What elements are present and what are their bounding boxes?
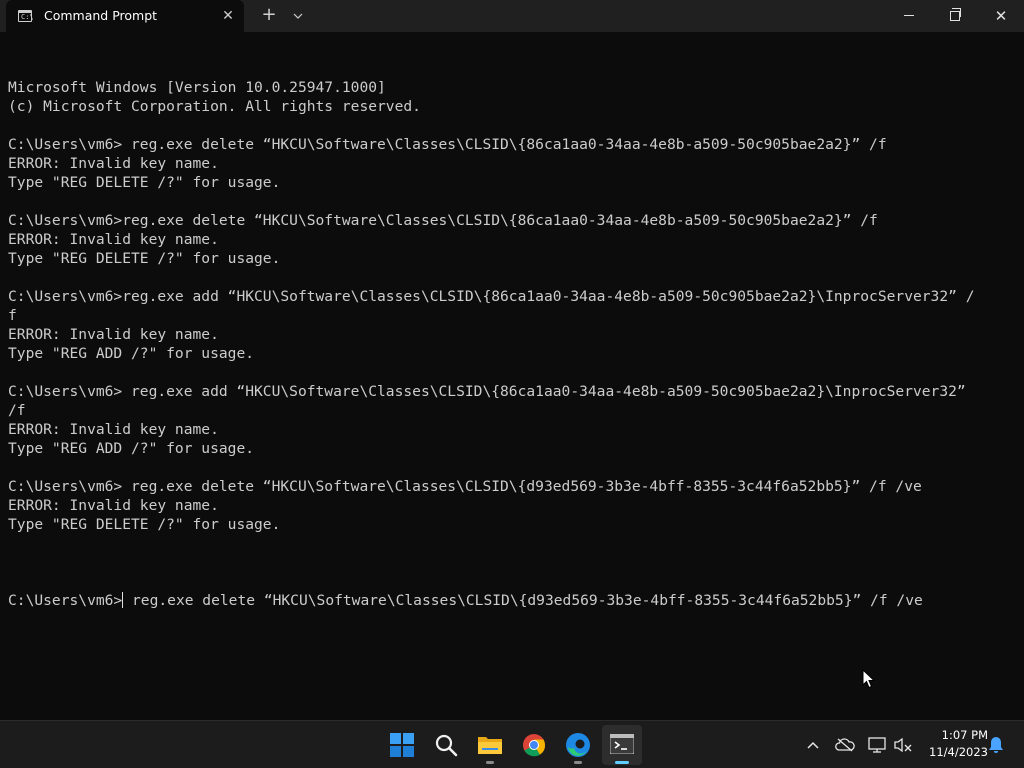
close-icon: ✕ bbox=[994, 7, 1008, 25]
terminal-window: C:\ Command Prompt ✕ + ✕ Microsoft Windo… bbox=[0, 0, 1024, 720]
console-line: ERROR: Invalid key name. bbox=[8, 421, 219, 438]
clock-button[interactable]: 1:07 PM 11/4/2023 bbox=[918, 727, 988, 763]
console-line: ERROR: Invalid key name. bbox=[8, 231, 219, 248]
taskbar: 1:07 PM 11/4/2023 bbox=[0, 720, 1024, 768]
network-icon bbox=[868, 737, 886, 753]
running-indicator bbox=[486, 761, 494, 764]
console-line: Type "REG DELETE /?" for usage. bbox=[8, 516, 281, 533]
console-lines: Microsoft Windows [Version 10.0.25947.10… bbox=[8, 78, 1016, 553]
tab-dropdown-button[interactable] bbox=[286, 4, 310, 28]
search-icon bbox=[435, 734, 458, 757]
console-line: ERROR: Invalid key name. bbox=[8, 497, 219, 514]
mouse-pointer-icon bbox=[862, 669, 876, 689]
volume-button[interactable] bbox=[892, 733, 914, 757]
chrome-button[interactable] bbox=[514, 725, 554, 765]
chevron-down-icon bbox=[293, 13, 303, 19]
volume-muted-icon bbox=[894, 737, 912, 753]
current-command-line[interactable]: C:\Users\vm6> reg.exe delete “HKCU\Softw… bbox=[8, 591, 1016, 610]
network-button[interactable] bbox=[866, 733, 888, 757]
running-indicator bbox=[574, 761, 582, 764]
console-line: C:\Users\vm6> reg.exe delete “HKCU\Softw… bbox=[8, 478, 922, 495]
chrome-icon bbox=[523, 734, 546, 757]
tab-command-prompt[interactable]: C:\ Command Prompt ✕ bbox=[6, 0, 244, 32]
close-window-button[interactable]: ✕ bbox=[978, 0, 1024, 32]
bell-icon bbox=[989, 737, 1003, 753]
console-line: Type "REG ADD /?" for usage. bbox=[8, 440, 255, 457]
console-line: ERROR: Invalid key name. bbox=[8, 155, 219, 172]
prompt-text: C:\Users\vm6> bbox=[8, 592, 123, 609]
console-line: C:\Users\vm6>reg.exe delete “HKCU\Softwa… bbox=[8, 212, 878, 229]
onedrive-offline-icon bbox=[835, 738, 855, 752]
clock-date: 11/4/2023 bbox=[929, 745, 988, 759]
restore-button[interactable] bbox=[932, 0, 978, 32]
file-explorer-button[interactable] bbox=[470, 725, 510, 765]
chevron-up-icon bbox=[807, 741, 819, 749]
show-hidden-icons-button[interactable] bbox=[802, 733, 824, 757]
tab-close-icon[interactable]: ✕ bbox=[218, 6, 238, 26]
tab-title: Command Prompt bbox=[44, 8, 158, 23]
start-button[interactable] bbox=[382, 725, 422, 765]
console-line: Type "REG ADD /?" for usage. bbox=[8, 345, 255, 362]
title-bar[interactable]: C:\ Command Prompt ✕ + ✕ bbox=[0, 0, 1024, 32]
console-line: Type "REG DELETE /?" for usage. bbox=[8, 250, 281, 267]
console-line: C:\Users\vm6> reg.exe add “HKCU\Software… bbox=[8, 383, 966, 400]
console-line: ERROR: Invalid key name. bbox=[8, 326, 219, 343]
search-button[interactable] bbox=[426, 725, 466, 765]
console-line: Type "REG DELETE /?" for usage. bbox=[8, 174, 281, 191]
console-line: C:\Users\vm6> reg.exe delete “HKCU\Softw… bbox=[8, 136, 887, 153]
console-line: f bbox=[8, 307, 17, 324]
minimize-icon bbox=[904, 15, 914, 16]
onedrive-button[interactable] bbox=[834, 733, 856, 757]
console-line: (c) Microsoft Corporation. All rights re… bbox=[8, 98, 421, 115]
console-line: C:\Users\vm6>reg.exe add “HKCU\Software\… bbox=[8, 288, 975, 305]
active-indicator bbox=[615, 761, 629, 764]
console-line: Microsoft Windows [Version 10.0.25947.10… bbox=[8, 79, 386, 96]
command-prompt-icon: C:\ bbox=[18, 10, 34, 22]
clock-time: 1:07 PM bbox=[941, 728, 988, 742]
current-input-text[interactable]: reg.exe delete “HKCU\Software\Classes\CL… bbox=[123, 592, 923, 609]
console-output[interactable]: Microsoft Windows [Version 10.0.25947.10… bbox=[8, 40, 1016, 710]
windows-start-icon bbox=[390, 733, 414, 757]
notification-button[interactable] bbox=[986, 733, 1006, 757]
terminal-icon bbox=[610, 734, 634, 754]
edge-button[interactable] bbox=[558, 725, 598, 765]
console-line: /f bbox=[8, 402, 26, 419]
minimize-button[interactable] bbox=[886, 0, 932, 32]
new-tab-button[interactable]: + bbox=[256, 4, 282, 28]
restore-icon bbox=[950, 8, 961, 21]
terminal-button[interactable] bbox=[602, 725, 642, 765]
folder-icon bbox=[478, 737, 502, 754]
edge-icon bbox=[566, 733, 590, 757]
